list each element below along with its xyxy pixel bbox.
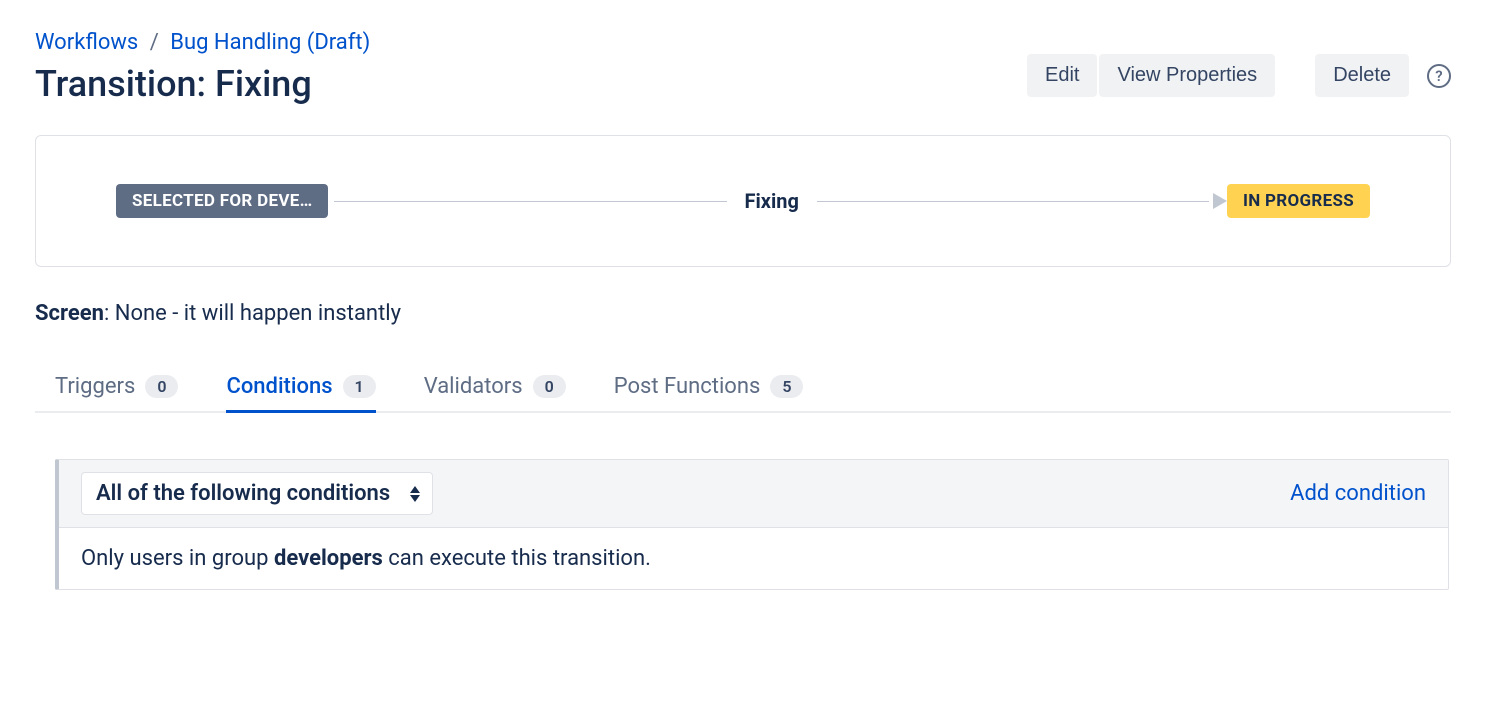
tabs: Triggers 0 Conditions 1 Validators 0 Pos… (35, 366, 1451, 413)
transition-name-label: Fixing (733, 189, 811, 213)
transition-diagram: SELECTED FOR DEVE… Fixing IN PROGRESS (35, 135, 1451, 267)
tab-post-functions[interactable]: Post Functions 5 (614, 366, 804, 411)
view-properties-button[interactable]: View Properties (1099, 54, 1275, 97)
screen-label: Screen (35, 301, 104, 326)
select-caret-icon (410, 486, 420, 502)
tab-conditions-count: 1 (343, 375, 376, 398)
edit-button[interactable]: Edit (1027, 54, 1097, 97)
breadcrumb: Workflows / Bug Handling (Draft) (35, 30, 1027, 55)
breadcrumb-workflows[interactable]: Workflows (35, 30, 138, 55)
help-icon[interactable]: ? (1427, 64, 1451, 88)
tab-conditions[interactable]: Conditions 1 (226, 366, 375, 411)
tab-triggers[interactable]: Triggers 0 (55, 366, 178, 411)
transition-line-right (817, 201, 1209, 202)
condition-text-prefix: Only users in group (81, 546, 274, 571)
tab-validators-count: 0 (533, 375, 566, 398)
conditions-header: All of the following conditions Add cond… (59, 460, 1448, 528)
breadcrumb-separator: / (150, 30, 159, 55)
delete-button[interactable]: Delete (1315, 54, 1409, 97)
transition-line-left (334, 201, 726, 202)
tab-validators[interactable]: Validators 0 (424, 366, 566, 411)
arrowhead-icon (1213, 193, 1227, 209)
tab-validators-label: Validators (424, 374, 523, 399)
tab-conditions-label: Conditions (226, 374, 332, 399)
tab-triggers-count: 0 (145, 375, 178, 398)
from-status-lozenge: SELECTED FOR DEVE… (116, 184, 328, 218)
condition-text-suffix: can execute this transition. (383, 546, 651, 571)
screen-info: Screen: None - it will happen instantly (35, 301, 1451, 326)
condition-row: Only users in group developers can execu… (59, 528, 1448, 589)
add-condition-link[interactable]: Add condition (1290, 481, 1426, 506)
tab-post-functions-count: 5 (770, 375, 803, 398)
to-status-lozenge: IN PROGRESS (1227, 184, 1370, 218)
condition-group-name: developers (274, 546, 383, 571)
page-title: Transition: Fixing (35, 63, 1027, 105)
conditions-panel: All of the following conditions Add cond… (55, 459, 1449, 590)
condition-mode-select[interactable]: All of the following conditions (81, 472, 433, 515)
breadcrumb-bug-handling[interactable]: Bug Handling (Draft) (170, 30, 370, 55)
screen-value: : None - it will happen instantly (104, 301, 401, 326)
header-actions: Edit View Properties Delete ? (1027, 54, 1451, 97)
tab-triggers-label: Triggers (55, 374, 135, 399)
condition-mode-label: All of the following conditions (96, 481, 390, 506)
tab-post-functions-label: Post Functions (614, 374, 761, 399)
